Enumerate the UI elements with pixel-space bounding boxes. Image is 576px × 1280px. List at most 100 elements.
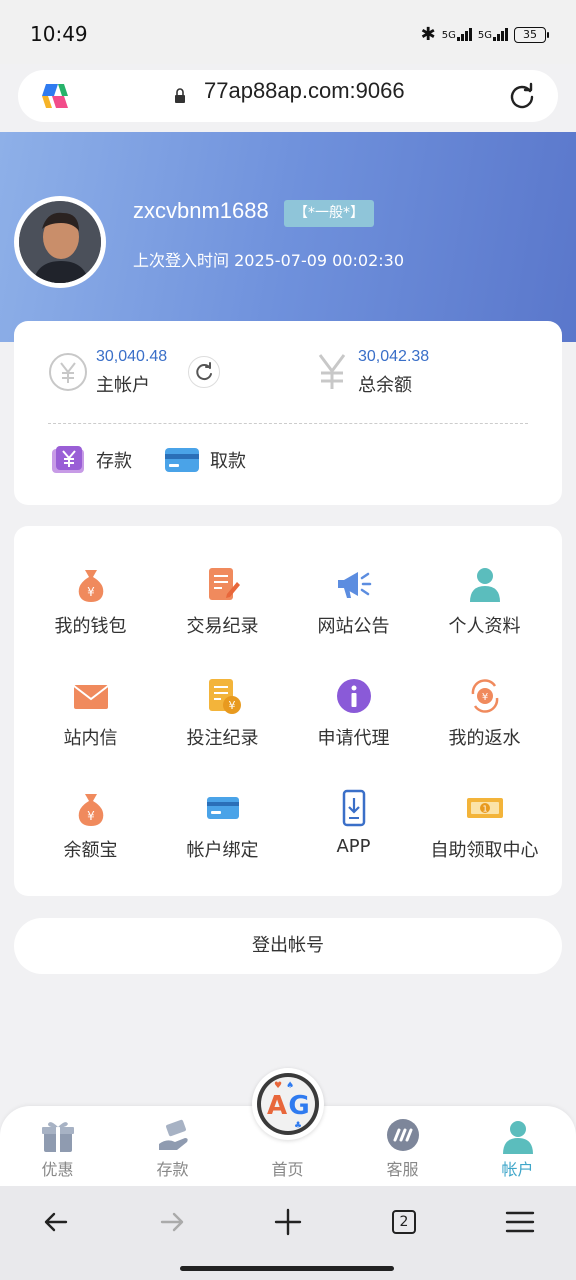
nav-account[interactable]: 帐户 xyxy=(460,1106,575,1186)
reload-icon[interactable] xyxy=(508,82,536,110)
url-text[interactable]: 77ap88ap.com:9066 xyxy=(204,78,405,104)
nav-promotions[interactable]: 优惠 xyxy=(0,1106,115,1186)
yen-icon xyxy=(318,354,346,389)
svg-text:¥: ¥ xyxy=(228,699,235,712)
network-type-2: 5G xyxy=(477,30,492,41)
status-bar: 10:49 ✱ 5G 5G 35 xyxy=(0,0,576,64)
svg-text:¥: ¥ xyxy=(87,585,95,599)
nav-label: 首页 xyxy=(271,1160,304,1179)
menu-item-rebate[interactable]: ¥ 我的返水 xyxy=(416,646,553,749)
deposit-icon xyxy=(52,446,84,473)
main-balance-value: 30,040.48 xyxy=(96,348,168,365)
menu-item-app[interactable]: APP xyxy=(285,758,422,858)
svg-text:♣: ♣ xyxy=(294,1121,302,1131)
menu-item-bet-records[interactable]: ¥ 投注纪录 xyxy=(154,646,291,749)
envelope-icon xyxy=(72,685,109,709)
menu-label: 站内信 xyxy=(63,728,118,749)
menu-label: 余额宝 xyxy=(63,840,118,861)
menu-item-transactions[interactable]: 交易纪录 xyxy=(154,534,291,637)
lock-icon xyxy=(175,88,185,103)
menu-item-apply-agent[interactable]: 申请代理 xyxy=(285,646,422,749)
last-login-time: 上次登入时间 2025-07-09 00:02:30 xyxy=(133,251,405,270)
bet-record-icon: ¥ xyxy=(208,679,241,714)
username: zxcvbnm1688 xyxy=(133,198,269,223)
nav-customer-service[interactable]: 客服 xyxy=(345,1106,460,1186)
svg-text:♥: ♥ xyxy=(274,1081,282,1091)
hand-money-icon xyxy=(158,1119,188,1150)
gift-icon xyxy=(41,1122,74,1152)
back-arrow-icon[interactable] xyxy=(38,1204,74,1240)
nav-label: 帐户 xyxy=(501,1160,534,1179)
withdraw-button[interactable]: 取款 xyxy=(164,445,246,475)
ag-logo-icon: A G ♥ ♠ ♣ xyxy=(257,1073,319,1135)
menu-item-profile[interactable]: 个人资料 xyxy=(416,534,553,637)
avatar[interactable] xyxy=(14,196,106,288)
nav-label: 客服 xyxy=(386,1160,419,1179)
chat-icon xyxy=(386,1119,419,1151)
svg-text:1: 1 xyxy=(482,805,487,814)
menu-label: 申请代理 xyxy=(317,728,390,749)
menu-label: 交易纪录 xyxy=(186,616,259,637)
deposit-button[interactable]: 存款 xyxy=(50,445,132,475)
tab-count: 2 xyxy=(392,1210,416,1234)
megaphone-icon xyxy=(337,572,371,598)
bluetooth-icon: ✱ xyxy=(420,24,436,45)
rebate-icon: ¥ xyxy=(471,679,498,713)
svg-text:¥: ¥ xyxy=(481,692,487,703)
menu-item-wallet[interactable]: ¥ 我的钱包 xyxy=(22,534,159,637)
menu-label: 个人资料 xyxy=(448,616,521,637)
svg-text:♠: ♠ xyxy=(286,1081,294,1091)
network-type-1: 5G xyxy=(441,30,456,41)
menu-label: 投注纪录 xyxy=(186,728,259,749)
svg-text:A: A xyxy=(267,1091,287,1121)
menu-label: 我的钱包 xyxy=(54,616,127,637)
copilot-icon[interactable] xyxy=(40,82,70,110)
phone-download-icon xyxy=(342,789,365,827)
home-logo-button[interactable]: A G ♥ ♠ ♣ xyxy=(252,1068,324,1140)
status-time: 10:49 xyxy=(30,22,88,46)
menu-item-announcements[interactable]: 网站公告 xyxy=(285,534,422,637)
total-balance-label: 总余额 xyxy=(358,375,412,396)
svg-text:¥: ¥ xyxy=(87,809,95,823)
menu-label: 网站公告 xyxy=(317,616,390,637)
user-icon xyxy=(502,1121,533,1154)
menu-label: APP xyxy=(336,836,371,857)
menu-label: 我的返水 xyxy=(448,728,521,749)
nav-deposit[interactable]: 存款 xyxy=(115,1106,230,1186)
battery-icon: 35 xyxy=(514,26,549,43)
svg-text:G: G xyxy=(288,1091,309,1121)
balance-card: 30,040.48 主帐户 30,042.38 总余额 存款 取款 xyxy=(14,321,562,505)
status-icons: ✱ 5G 5G 35 xyxy=(420,24,549,45)
tabs-button[interactable]: 2 xyxy=(386,1204,422,1240)
nav-label: 优惠 xyxy=(41,1160,74,1179)
menu-grid: ¥ 我的钱包 交易纪录 网站公告 个人资料 站内信 ¥ 投注纪录 申请代理 ¥ … xyxy=(14,526,562,896)
menu-item-account-binding[interactable]: 帐户绑定 xyxy=(154,758,291,861)
new-tab-plus-icon[interactable] xyxy=(270,1204,306,1240)
menu-label: 帐户绑定 xyxy=(186,840,259,861)
main-balance-label: 主帐户 xyxy=(96,375,150,396)
money-bag-icon: ¥ xyxy=(78,794,103,826)
menu-item-yuebao[interactable]: ¥ 余额宝 xyxy=(22,758,159,861)
menu-icon[interactable] xyxy=(502,1204,538,1240)
user-icon xyxy=(469,568,500,602)
yen-circle-icon xyxy=(49,353,87,391)
refresh-icon xyxy=(196,362,212,381)
info-icon xyxy=(336,679,371,713)
address-bar[interactable]: 77ap88ap.com:9066 xyxy=(18,70,558,122)
logout-button[interactable]: 登出帐号 xyxy=(14,918,562,974)
refresh-balance-button[interactable] xyxy=(188,356,220,388)
avatar-photo xyxy=(19,201,101,283)
divider xyxy=(48,423,528,424)
total-balance-value: 30,042.38 xyxy=(358,348,430,365)
menu-item-inbox[interactable]: 站内信 xyxy=(22,646,159,749)
forward-arrow-icon[interactable] xyxy=(154,1204,190,1240)
withdraw-label: 取款 xyxy=(210,451,246,472)
nav-label: 存款 xyxy=(156,1160,189,1179)
card-icon xyxy=(165,448,199,472)
menu-item-self-claim[interactable]: 1 自助领取中心 xyxy=(416,758,553,861)
level-badge: 【*一般*】 xyxy=(284,200,374,227)
money-bag-icon: ¥ xyxy=(78,570,103,602)
signal-icon-2: 5G xyxy=(478,28,508,41)
signal-icon: 5G xyxy=(442,28,472,41)
card-icon xyxy=(206,797,239,819)
